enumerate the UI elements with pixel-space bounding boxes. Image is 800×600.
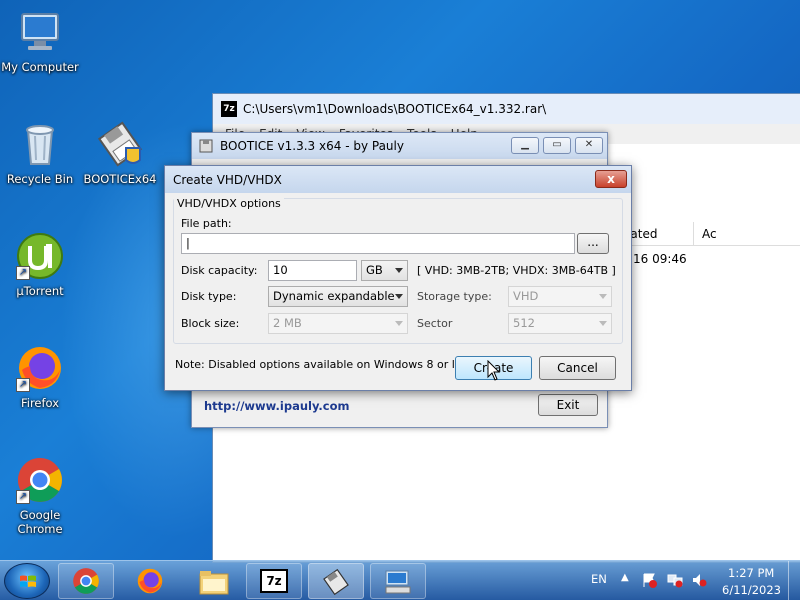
browse-button[interactable]: ...	[577, 233, 609, 254]
capacity-unit-value: GB	[366, 263, 383, 277]
chrome-icon: ↗	[16, 456, 64, 504]
desktop-icon-label: µTorrent	[16, 284, 64, 298]
shortcut-arrow-icon: ↗	[16, 490, 30, 504]
close-icon: x	[607, 172, 615, 186]
desktop-icon-label: Recycle Bin	[6, 172, 74, 186]
taskbar-chrome[interactable]	[58, 563, 114, 599]
dialog-close-button[interactable]: x	[595, 170, 627, 188]
folder-icon	[199, 571, 229, 595]
storage-type-select: VHD	[508, 286, 612, 307]
7zip-icon: 7z	[260, 569, 288, 593]
recycle-bin-icon	[16, 120, 64, 168]
language-indicator[interactable]: EN	[591, 572, 607, 586]
taskbar-bootice[interactable]	[308, 563, 364, 599]
dialog-title: Create VHD/VHDX	[173, 172, 282, 187]
action-center-flag-icon[interactable]	[641, 572, 657, 588]
sector-select: 512	[508, 313, 612, 334]
start-button[interactable]	[4, 563, 50, 599]
desktop-icon-recycle-bin[interactable]: Recycle Bin	[0, 120, 80, 186]
disk-type-select[interactable]: Dynamic expandable	[268, 286, 408, 307]
desktop-icon-label: Google Chrome	[17, 508, 63, 536]
desktop-icon-label: My Computer	[1, 60, 79, 74]
firefox-icon: ↗	[16, 344, 64, 392]
cancel-button[interactable]: Cancel	[539, 356, 616, 380]
block-size-label: Block size:	[181, 317, 240, 330]
show-hidden-icons[interactable]: ▲	[621, 572, 629, 583]
bootice-icon	[199, 139, 213, 153]
column-header-ac[interactable]: Ac	[693, 221, 733, 246]
chevron-down-icon	[395, 294, 403, 299]
bootice-caption-buttons: ▁ ▭ ✕	[511, 137, 603, 154]
desktop-icon-utorrent[interactable]: ↗ µTorrent	[0, 232, 80, 298]
taskbar-keyboard-app[interactable]	[370, 563, 426, 599]
file-path-input[interactable]: |	[181, 233, 575, 254]
sector-value: 512	[513, 316, 535, 330]
chevron-down-icon	[599, 321, 607, 326]
maximize-icon[interactable]: ▭	[543, 137, 571, 154]
disk-type-value: Dynamic expandable	[273, 289, 395, 303]
block-size-value: 2 MB	[273, 316, 302, 330]
file-path-label: File path:	[181, 217, 232, 230]
clock-date[interactable]: 6/11/2023	[722, 583, 781, 597]
computer-icon	[16, 8, 64, 56]
block-size-select: 2 MB	[268, 313, 408, 334]
network-icon[interactable]	[667, 572, 683, 588]
desktop-icon-label: Firefox	[20, 396, 60, 410]
7zip-icon: 7z	[221, 101, 237, 117]
minimize-icon[interactable]: ▁	[511, 137, 539, 154]
storage-type-value: VHD	[513, 289, 539, 303]
desktop-icon-booticex64[interactable]: BOOTICEx64	[80, 120, 160, 186]
utorrent-icon: ↗	[16, 232, 64, 280]
bootice-window-title: BOOTICE v1.3.3 x64 - by Pauly	[220, 139, 404, 153]
bootice-icon	[323, 568, 349, 596]
create-vhd-dialog: Create VHD/VHDX x VHD/VHDX options File …	[164, 165, 632, 391]
vhd-options-group-label: VHD/VHDX options	[174, 197, 284, 210]
bootice-icon	[96, 120, 144, 168]
shortcut-arrow-icon: ↗	[16, 266, 30, 280]
desktop-icon-my-computer[interactable]: My Computer	[0, 8, 80, 74]
keyboard-icon	[385, 570, 411, 594]
capacity-unit-select[interactable]: GB	[361, 260, 408, 281]
shortcut-arrow-icon: ↗	[16, 378, 30, 392]
taskbar-explorer[interactable]	[186, 563, 242, 599]
clock-time[interactable]: 1:27 PM	[728, 566, 774, 580]
volume-muted-icon[interactable]	[691, 572, 707, 588]
ipauly-link[interactable]: http://www.ipauly.com	[204, 399, 350, 413]
file-list-cell-created: 16 09:46	[633, 252, 687, 266]
chevron-down-icon	[395, 268, 403, 273]
show-desktop-button[interactable]	[788, 561, 800, 600]
chrome-icon	[73, 568, 99, 594]
archive-window-title: C:\Users\vm1\Downloads\BOOTICEx64_v1.332…	[243, 102, 547, 116]
mouse-cursor-icon	[487, 360, 501, 381]
chevron-down-icon	[599, 294, 607, 299]
exit-button[interactable]: Exit	[538, 394, 598, 416]
archive-window-titlebar[interactable]: 7z C:\Users\vm1\Downloads\BOOTICEx64_v1.…	[213, 94, 800, 124]
capacity-range-hint: [ VHD: 3MB-2TB; VHDX: 3MB-64TB ]	[417, 264, 616, 277]
dialog-titlebar[interactable]: Create VHD/VHDX	[165, 166, 631, 193]
disk-type-label: Disk type:	[181, 290, 237, 303]
taskbar: 7z EN ▲ 1:27 PM 6/11/2023	[0, 560, 800, 600]
storage-type-label: Storage type:	[417, 290, 492, 303]
disk-capacity-input[interactable]: 10	[268, 260, 357, 281]
windows-logo-icon	[20, 575, 36, 587]
sector-label: Sector	[417, 317, 453, 330]
taskbar-7zip[interactable]: 7z	[246, 563, 302, 599]
close-icon[interactable]: ✕	[575, 137, 603, 154]
chevron-down-icon	[395, 321, 403, 326]
desktop-icon-firefox[interactable]: ↗ Firefox	[0, 344, 80, 410]
taskbar-firefox[interactable]	[122, 563, 178, 599]
disk-capacity-label: Disk capacity:	[181, 264, 258, 277]
windows8-note: Note: Disabled options available on Wind…	[175, 358, 480, 371]
desktop-icon-label: BOOTICEx64	[83, 172, 157, 186]
firefox-icon	[137, 568, 163, 594]
desktop-icon-google-chrome[interactable]: ↗ Google Chrome	[0, 456, 80, 536]
